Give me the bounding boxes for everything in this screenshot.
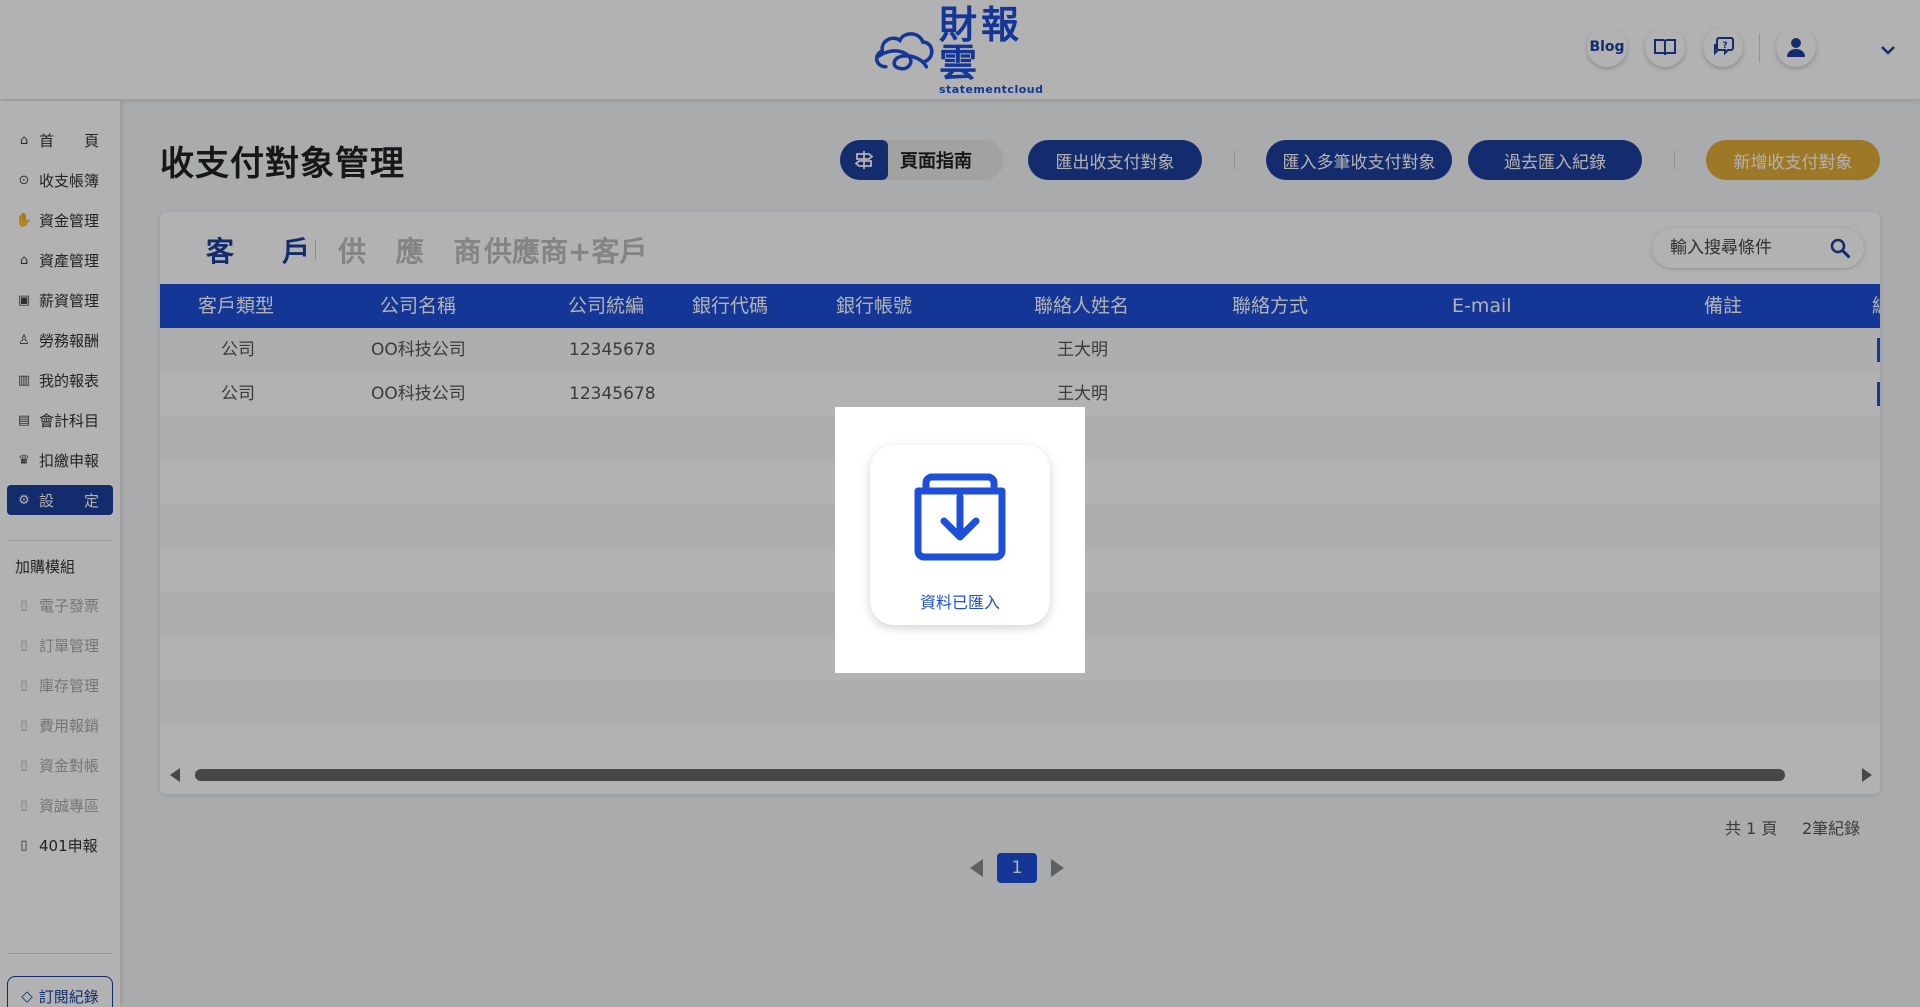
inbox-download-icon — [914, 473, 1006, 561]
import-success-modal: 資料已匯入 — [835, 407, 1085, 673]
import-success-card: 資料已匯入 — [870, 445, 1050, 625]
import-success-message: 資料已匯入 — [919, 593, 1000, 612]
